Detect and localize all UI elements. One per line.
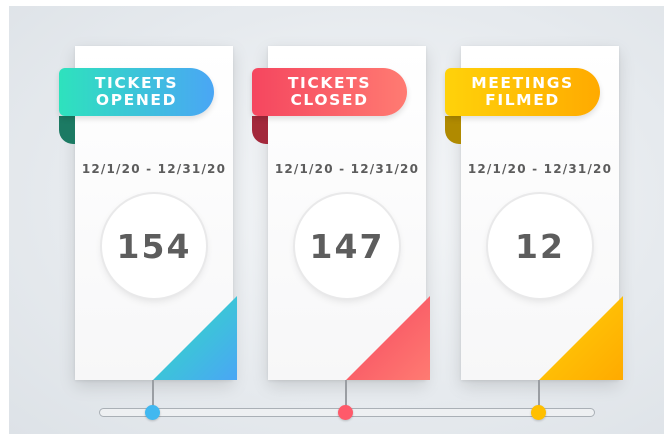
ribbon-title-line2: FILMED (485, 91, 560, 109)
ribbon-title-line1: TICKETS (287, 74, 372, 92)
card-ribbon: TICKETS OPENED (59, 68, 214, 116)
date-range: 12/1/20 - 12/31/20 (81, 162, 227, 176)
card-ribbon: MEETINGS FILMED (445, 68, 600, 116)
infographic-canvas: TICKETS OPENED 12/1/20 - 12/31/20 154 TI… (9, 6, 664, 434)
date-range: 12/1/20 - 12/31/20 (467, 162, 613, 176)
date-range: 12/1/20 - 12/31/20 (274, 162, 420, 176)
metric-circle: 147 (295, 194, 399, 298)
metric-value: 12 (515, 226, 565, 266)
card-meetings-filmed: MEETINGS FILMED 12/1/20 - 12/31/20 12 (445, 46, 623, 380)
ribbon-title-line1: MEETINGS (471, 74, 574, 92)
timeline-dot (531, 405, 546, 420)
corner-accent (539, 296, 623, 380)
ribbon-title-line2: OPENED (95, 91, 178, 109)
ribbon-title-line1: TICKETS (94, 74, 179, 92)
metric-value: 147 (309, 226, 385, 266)
card-ribbon: TICKETS CLOSED (252, 68, 407, 116)
card-tickets-opened: TICKETS OPENED 12/1/20 - 12/31/20 154 (59, 46, 237, 380)
card-tickets-closed: TICKETS CLOSED 12/1/20 - 12/31/20 147 (252, 46, 430, 380)
timeline-dot (145, 405, 160, 420)
timeline-dot (338, 405, 353, 420)
ribbon-fold (445, 116, 461, 144)
ribbon-fold (252, 116, 268, 144)
metric-value: 154 (116, 226, 192, 266)
metric-circle: 154 (102, 194, 206, 298)
metric-circle: 12 (488, 194, 592, 298)
ribbon-fold (59, 116, 75, 144)
ribbon-title-line2: CLOSED (290, 91, 369, 109)
